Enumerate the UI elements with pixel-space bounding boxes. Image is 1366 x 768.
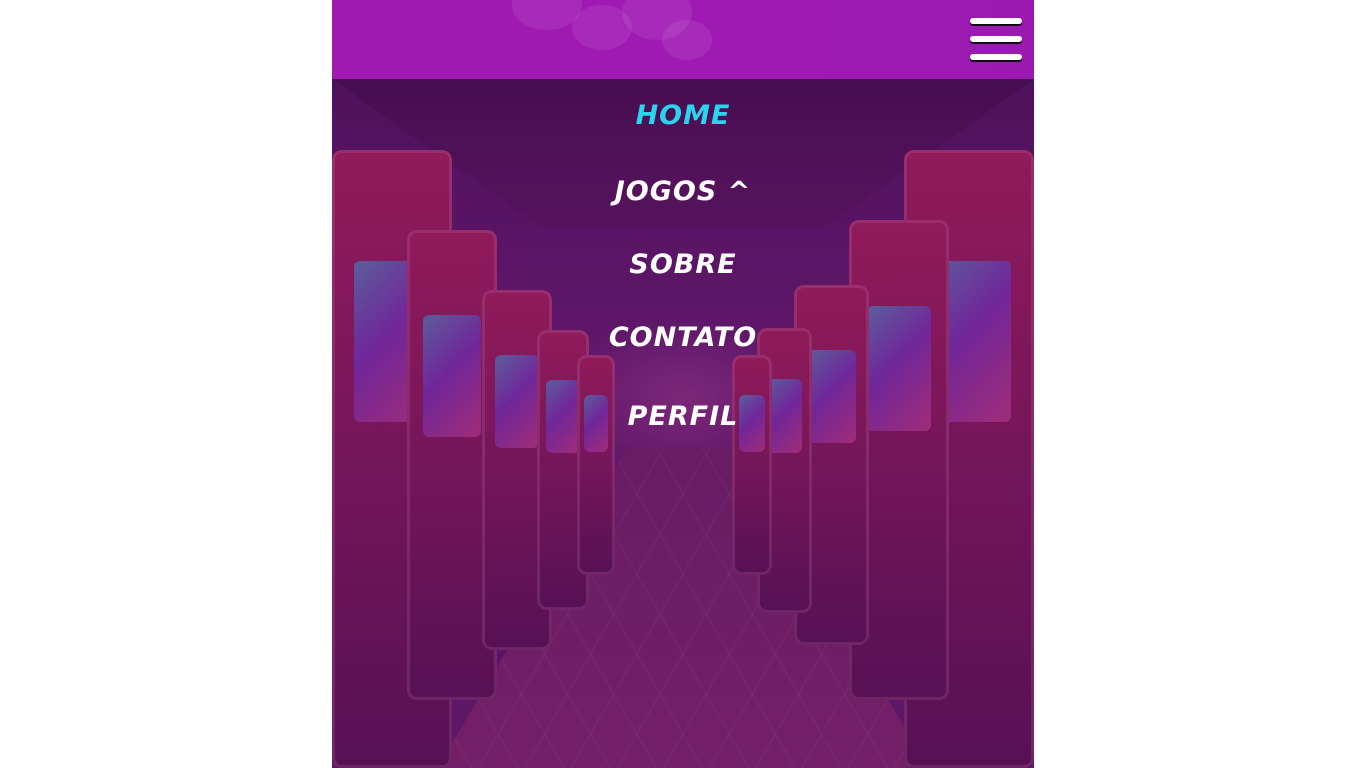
hamburger-icon[interactable] <box>970 18 1022 60</box>
hamburger-bar <box>970 18 1022 24</box>
hamburger-bar <box>970 36 1022 42</box>
menu-item-jogos[interactable]: JOGOS ^ <box>332 176 1034 207</box>
hamburger-bar <box>970 54 1022 60</box>
menu-item-perfil[interactable]: PERFIL <box>332 401 1034 432</box>
topbar-decoration <box>332 0 1034 79</box>
menu-item-contato[interactable]: CONTATO <box>332 322 1034 353</box>
menu-item-home[interactable]: HOME <box>332 100 1034 131</box>
menu-item-sobre[interactable]: SOBRE <box>332 249 1034 280</box>
top-navbar <box>332 0 1034 79</box>
app-viewport: HOME JOGOS ^ SOBRE CONTATO PERFIL <box>332 0 1034 768</box>
